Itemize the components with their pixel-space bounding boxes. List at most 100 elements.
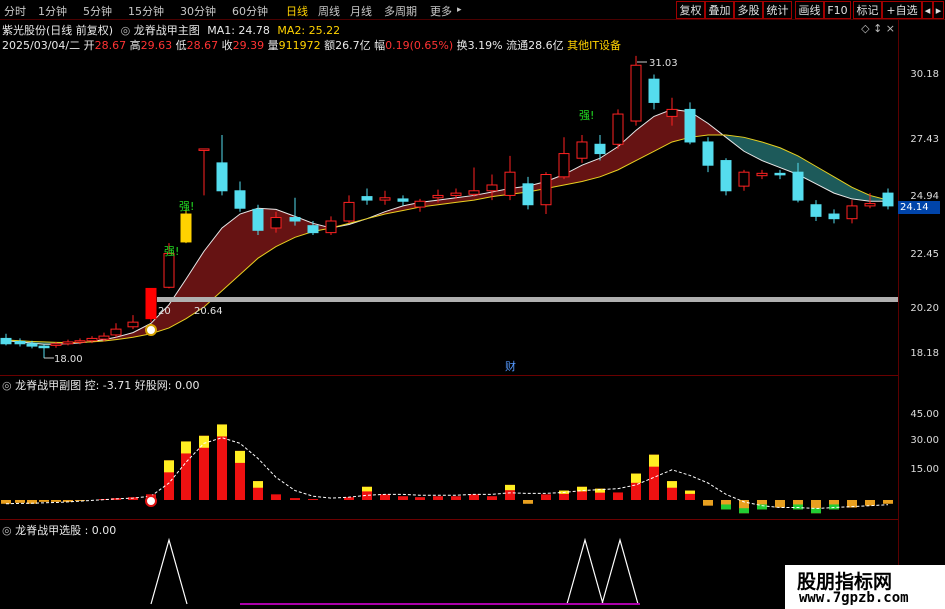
sub-bar-cap (667, 481, 677, 488)
sub-bar-negative (865, 500, 875, 506)
sub-bar (433, 496, 443, 500)
sub-bar-green (811, 508, 821, 514)
sub-bar-cap (649, 454, 659, 467)
sub-bar-cap (199, 435, 209, 448)
sub-bar (380, 494, 390, 500)
candle-body (252, 208, 264, 231)
support-bar (157, 297, 898, 302)
candle-body (325, 220, 337, 234)
sub-bar (290, 498, 300, 500)
candle-body (14, 340, 26, 345)
select-chart-title[interactable]: ◎ 龙脊战甲选股 : 0.00 (2, 522, 116, 538)
finance-marker: 财 (505, 359, 516, 373)
current-price-tag: 24.14 (898, 201, 940, 214)
sub-bar-cap (362, 486, 372, 492)
sub-bar (451, 496, 461, 500)
buy-coin-icon (145, 324, 157, 336)
select-signal-spike (601, 537, 639, 605)
candle-body (234, 190, 246, 209)
sub-chart-title-text: 龙脊战甲副图 控: -3.71 好股网: 0.00 (15, 379, 200, 392)
watermark: 股朋指标网 www.7gpzb.com (785, 565, 945, 609)
candle-body (145, 287, 157, 320)
sub-signal-line (5, 437, 889, 510)
candle-body (110, 328, 122, 336)
candle-body (882, 192, 894, 207)
sub-bar-cap (253, 481, 263, 488)
candle-body (702, 141, 714, 166)
sub-tick: 15.00 (910, 464, 939, 475)
candle-body (864, 203, 876, 207)
candle-body (810, 204, 822, 217)
candle-body (666, 108, 678, 117)
select-chart (150, 537, 640, 605)
sub-bar-green (739, 508, 749, 514)
low-annotation: 18.00 (54, 354, 83, 365)
candle-body (198, 148, 210, 151)
sub-bar-cap (685, 490, 695, 494)
candle-body (361, 196, 373, 201)
candle-body (522, 183, 534, 206)
sub-bar-negative (703, 500, 713, 506)
candle-body (846, 205, 858, 220)
watermark-url: www.7gpzb.com (799, 590, 909, 606)
sub-bar (613, 492, 623, 500)
sub-tick: 30.00 (910, 435, 939, 446)
candle-body (504, 171, 516, 196)
price-tick: 27.43 (910, 134, 939, 145)
ma-slow-line (5, 134, 889, 344)
sub-select-separator (0, 519, 898, 520)
sub-bar-negative (523, 500, 533, 504)
sub-bar-negative (39, 500, 49, 502)
candle-body (414, 200, 426, 208)
sub-indicator-circle-icon[interactable]: ◎ (2, 379, 12, 392)
candle-body (828, 213, 840, 220)
price-tick: 20.20 (910, 303, 939, 314)
candle-body (576, 141, 588, 159)
sub-chart-title[interactable]: ◎ 龙脊战甲副图 控: -3.71 好股网: 0.00 (2, 377, 199, 393)
candle-body (450, 192, 462, 196)
sub-marker-icon (145, 495, 157, 507)
select-chart-title-text: 龙脊战甲选股 : 0.00 (15, 524, 117, 537)
candle-body (738, 171, 750, 187)
sub-bar-cap (505, 484, 515, 491)
candle-body (86, 337, 98, 342)
candle-body (397, 198, 409, 202)
candle-body (684, 108, 696, 143)
sub-bar-negative (775, 500, 785, 508)
select-signal-spike (566, 537, 604, 605)
candle-body (540, 174, 552, 206)
candle-body (163, 253, 175, 288)
sub-bar-cap (181, 441, 191, 454)
candle-body (26, 343, 38, 347)
candle-body (648, 78, 660, 103)
mid-annotation: 20.64 (194, 306, 223, 317)
strong-signal-label: 强! (179, 200, 194, 213)
candle-body (612, 113, 624, 145)
candle-body (486, 184, 498, 192)
ma-band-segment (816, 166, 834, 194)
main-sub-separator (0, 375, 898, 376)
candle-body (38, 345, 50, 349)
price-tick: 30.18 (910, 69, 939, 80)
sub-bar-cap (631, 473, 641, 483)
sub-bar-green (793, 504, 803, 510)
candle-body (343, 201, 355, 222)
select-signal-spike (150, 537, 188, 605)
candle-body (558, 153, 570, 178)
candle-body (74, 340, 86, 343)
sub-bar (271, 494, 281, 500)
candle-body (270, 217, 282, 229)
candle-body (630, 64, 642, 122)
sub-bar-green (721, 504, 731, 510)
sub-bar-cap (235, 450, 245, 463)
sub-bar (541, 494, 551, 500)
sub-bar-negative (883, 500, 893, 504)
high-annotation: 31.03 (649, 58, 678, 69)
candle-body (594, 143, 606, 155)
chart-canvas[interactable]: 31.03 18.00 20 20.64 强! 强! 强! 财 (0, 0, 945, 609)
select-indicator-circle-icon[interactable]: ◎ (2, 524, 12, 537)
sub-bar (308, 499, 318, 500)
candle-body (62, 341, 74, 345)
candle-body (379, 197, 391, 201)
candle-body (720, 160, 732, 192)
